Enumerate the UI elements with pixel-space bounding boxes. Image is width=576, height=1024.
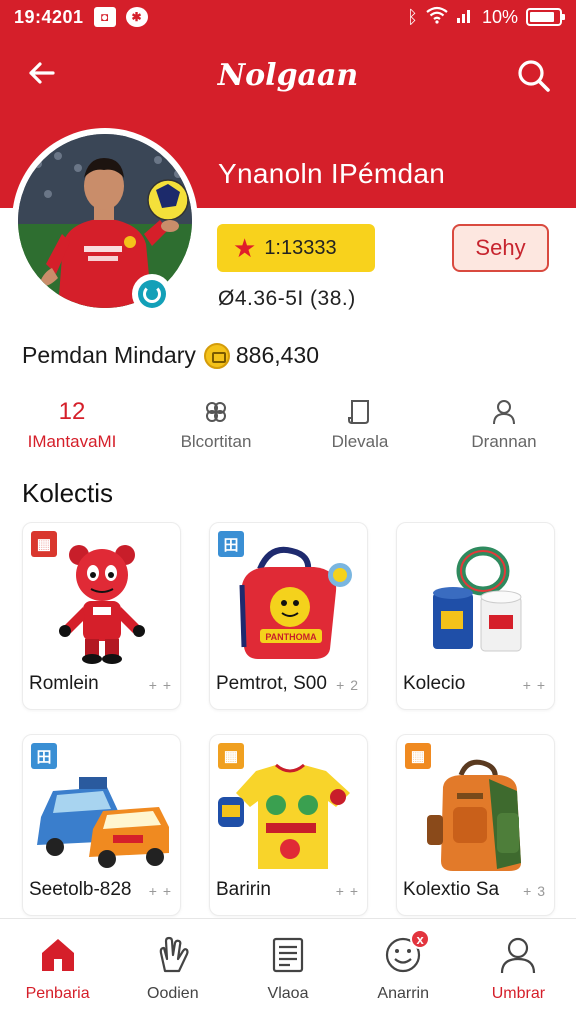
search-icon[interactable] xyxy=(514,56,554,96)
nav-orders[interactable]: Oodien xyxy=(115,919,230,1024)
yellow-shirt-image xyxy=(210,757,367,877)
nav-home[interactable]: Penbaria xyxy=(0,919,115,1024)
points-badge[interactable]: ★ 1:13333 xyxy=(217,224,375,272)
tab-friends[interactable]: Drannan xyxy=(432,396,576,466)
bluetooth-icon: ᛒ xyxy=(407,6,418,27)
tab-label: Drannan xyxy=(471,432,537,451)
tab-count: 12 xyxy=(58,398,86,425)
member-name: Pemdan Mindary xyxy=(22,342,196,368)
hand-icon xyxy=(159,936,189,973)
app-title: Nolgaan xyxy=(217,58,359,93)
nav-activity[interactable]: x Anarrin xyxy=(346,919,461,1024)
battery-text: 10% xyxy=(481,6,518,27)
user-icon xyxy=(490,396,518,428)
red-backpack-image: PANTHOMA xyxy=(210,545,367,665)
card-more: + + xyxy=(335,883,359,899)
settings-icon: ✱ xyxy=(125,7,148,27)
signal-icon xyxy=(456,7,474,28)
collection-card[interactable]: 田 PANTHOMA Pemtrot, S00 + 2 xyxy=(209,522,368,710)
points-value: 1:13333 xyxy=(264,236,337,259)
member-value: 886,430 xyxy=(235,342,319,368)
collection-card[interactable]: ▦ Kolextio Sa + 3 xyxy=(396,734,555,916)
nav-label: Oodien xyxy=(147,985,199,1002)
card-caption: Kolecio xyxy=(403,673,466,694)
nav-label: Umbrar xyxy=(491,985,546,1002)
collection-card[interactable]: 田 Seetolb-828 + + xyxy=(22,734,181,916)
bottom-nav: Penbaria Oodien Vlaoa x Anarrin Umbrar xyxy=(0,918,576,1024)
stats-tabs: 12 IMantavaMI Blcortitan Dlevala Drannan xyxy=(0,396,576,466)
card-more: + + xyxy=(522,677,546,693)
toy-cars-image xyxy=(23,757,180,877)
collection-title: Kolectis xyxy=(22,478,114,508)
star-icon: ★ xyxy=(233,232,257,263)
mascot-figure-image xyxy=(23,545,180,665)
card-more: + 2 xyxy=(336,677,359,693)
sparkle-icon xyxy=(202,396,230,428)
backpack-image xyxy=(397,757,554,877)
card-more: + 3 xyxy=(523,883,546,899)
tab-achievements[interactable]: Blcortitan xyxy=(144,396,288,466)
nav-label: Anarrin xyxy=(377,985,429,1002)
notification-badge: x xyxy=(410,929,431,949)
member-line: Pemdan Mindary 886,430 xyxy=(22,342,319,369)
status-time: 19:4201 xyxy=(14,6,84,27)
card-caption: Romlein xyxy=(29,673,99,694)
share-button[interactable]: Sehy xyxy=(452,224,549,272)
card-caption: Baririn xyxy=(216,879,271,900)
tab-label: Dlevala xyxy=(331,432,389,451)
battery-fill xyxy=(530,12,554,22)
profile-name: Ynanoln IPémdan xyxy=(218,158,446,189)
collection-card[interactable]: ▦ Romlein + + xyxy=(22,522,181,710)
verified-badge-icon xyxy=(132,274,172,314)
mugs-image xyxy=(397,545,554,665)
battery-icon xyxy=(526,8,565,26)
tab-collection[interactable]: 12 IMantavaMI xyxy=(0,396,144,466)
collection-card[interactable]: ▦ Baririn + + xyxy=(209,734,368,916)
notification-icon: ◘ xyxy=(93,7,116,27)
nav-list[interactable]: Vlaoa xyxy=(230,919,345,1024)
card-caption: Kolextio Sa xyxy=(403,879,500,900)
coin-icon xyxy=(203,342,230,369)
profile-icon xyxy=(501,937,536,974)
nav-label: Penbaria xyxy=(25,985,90,1002)
document-icon xyxy=(347,396,373,428)
nav-profile[interactable]: Umbrar xyxy=(461,919,576,1024)
collection-card[interactable]: Kolecio + + xyxy=(396,522,555,710)
list-icon xyxy=(272,937,304,973)
card-caption: Seetolb-828 xyxy=(29,879,132,900)
card-caption: Pemtrot, S00 xyxy=(216,673,327,694)
wifi-icon xyxy=(426,6,448,29)
tab-label: Blcortitan xyxy=(180,432,252,451)
tab-details[interactable]: Dlevala xyxy=(288,396,432,466)
profile-stat-line: Ø4.36-5I (38.) xyxy=(218,287,356,310)
nav-label: Vlaoa xyxy=(267,985,309,1002)
svg-text:PANTHOMA: PANTHOMA xyxy=(265,632,317,642)
card-more: + + xyxy=(148,883,172,899)
tab-label: IMantavaMI xyxy=(27,432,117,451)
home-icon xyxy=(41,939,74,971)
card-more: + + xyxy=(148,677,172,693)
status-bar: 19:4201 ◘ ✱ ᛒ 10% xyxy=(0,0,576,34)
